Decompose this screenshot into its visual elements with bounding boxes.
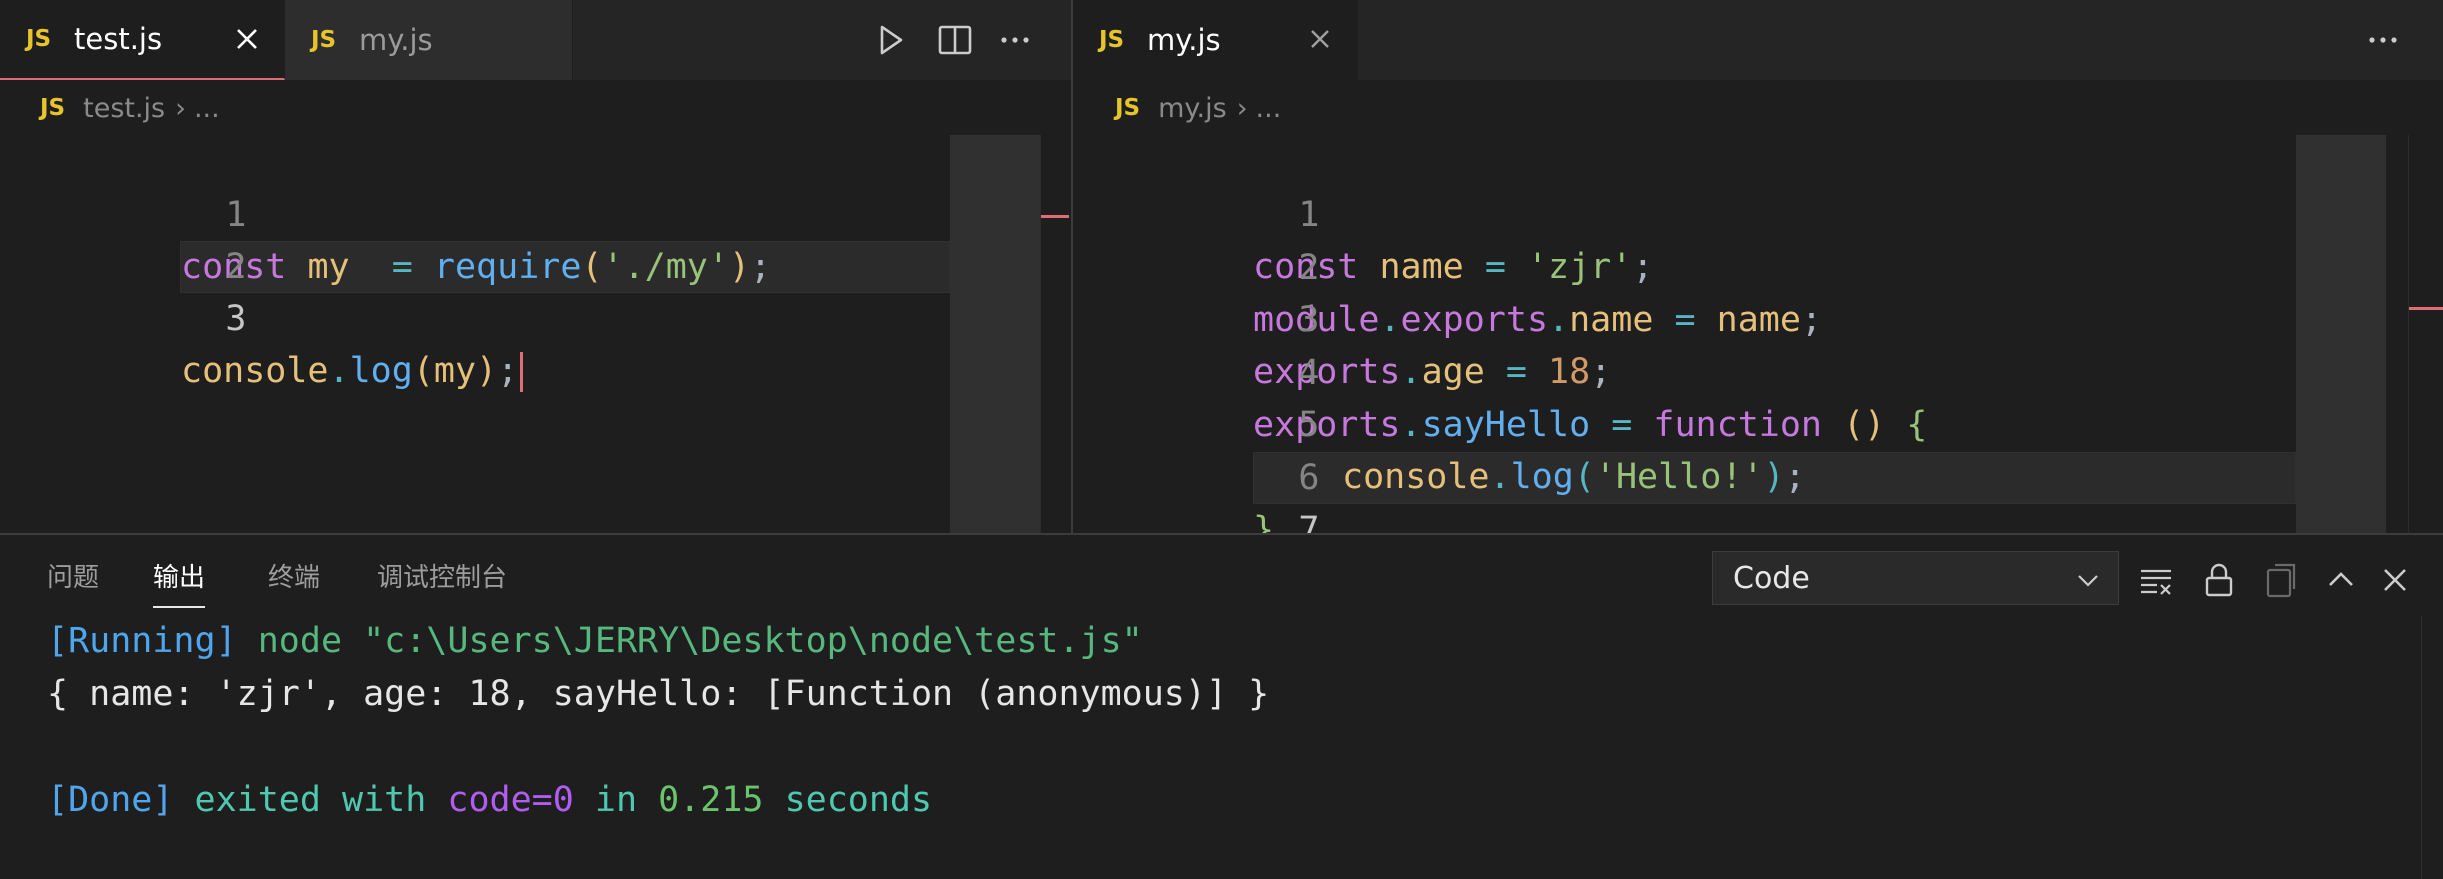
output-line: { name: 'zjr', age: 18, sayHello: [Funct… bbox=[47, 674, 1270, 714]
panel-tab-output[interactable]: 输出 bbox=[153, 557, 206, 608]
cursor-position-marker bbox=[2409, 307, 2443, 310]
editor-group-right: JS my.js JS my.js › ... 1 const name = '… bbox=[1073, 0, 2443, 533]
code-line: 4 exports.sayHello = function () { bbox=[1073, 295, 2443, 445]
minimap[interactable] bbox=[950, 135, 1040, 533]
panel-tab-terminal[interactable]: 终端 bbox=[268, 557, 320, 606]
breadcrumb: JS test.js › ... bbox=[40, 88, 220, 128]
code-line: 5 console.log('Hello!'); bbox=[1073, 347, 2443, 497]
code-line: 3 exports.age = 18; bbox=[1073, 242, 2443, 392]
editor-group-left: JS test.js JS my.js JS test.js › ... 1 c… bbox=[0, 0, 1071, 533]
chevron-down-icon bbox=[2078, 575, 2098, 587]
minimap[interactable] bbox=[2296, 135, 2386, 533]
overview-ruler[interactable] bbox=[1040, 135, 1069, 533]
javascript-file-icon: JS bbox=[40, 95, 66, 121]
code-line: 6 } bbox=[1073, 400, 2443, 533]
tab-bar-right: JS my.js bbox=[1073, 0, 2443, 80]
panel-tab-problems[interactable]: 问题 bbox=[47, 557, 99, 606]
panel-scrollbar[interactable] bbox=[2421, 615, 2443, 879]
close-icon[interactable] bbox=[1303, 22, 1337, 56]
output-channel-value: Code bbox=[1733, 560, 1810, 596]
more-actions-icon[interactable] bbox=[995, 20, 1035, 60]
breadcrumb-file[interactable]: my.js bbox=[1158, 93, 1227, 124]
tab-label: test.js bbox=[74, 22, 163, 56]
tab-test-js[interactable]: JS test.js bbox=[0, 0, 285, 80]
breadcrumb: JS my.js › ... bbox=[1115, 88, 1281, 128]
javascript-file-icon: JS bbox=[1099, 27, 1125, 53]
breadcrumb-more[interactable]: ... bbox=[1256, 93, 1282, 124]
output-channel-select[interactable]: Code bbox=[1712, 551, 2119, 605]
open-in-editor-icon[interactable] bbox=[2262, 561, 2300, 599]
tab-my-js[interactable]: JS my.js bbox=[1073, 0, 1358, 80]
line-number: 3 bbox=[225, 299, 247, 339]
code-line: 1 const my = require('./my'); bbox=[0, 137, 1071, 287]
line-number: 7 bbox=[1298, 510, 1320, 533]
run-icon[interactable] bbox=[870, 20, 910, 60]
output-line: [Done] exited with code=0 in 0.215 secon… bbox=[47, 780, 933, 820]
breadcrumb-separator: › bbox=[175, 92, 186, 124]
panel-tab-debug-console[interactable]: 调试控制台 bbox=[377, 557, 507, 606]
split-editor-icon[interactable] bbox=[935, 20, 975, 60]
overview-ruler[interactable] bbox=[2408, 135, 2443, 533]
output-log[interactable]: [Running] node "c:\Users\JERRY\Desktop\n… bbox=[47, 615, 1269, 827]
output-line: [Running] node "c:\Users\JERRY\Desktop\n… bbox=[47, 621, 1143, 661]
javascript-file-icon: JS bbox=[311, 27, 337, 53]
breadcrumb-separator: › bbox=[1236, 92, 1248, 124]
tab-label: my.js bbox=[359, 23, 433, 57]
code-editor-left[interactable]: 1 const my = require('./my'); 2 3 consol… bbox=[0, 135, 1071, 533]
close-panel-icon[interactable] bbox=[2376, 561, 2414, 599]
output-panel: 问题 输出 终端 调试控制台 Code [Running] node "c:\U… bbox=[0, 533, 2443, 879]
code-editor-right[interactable]: 1 const name = 'zjr'; 2 module.exports.n… bbox=[1073, 135, 2443, 533]
clear-output-icon[interactable] bbox=[2137, 561, 2175, 599]
lock-icon[interactable] bbox=[2200, 561, 2238, 599]
text-cursor bbox=[520, 352, 524, 392]
javascript-file-icon: JS bbox=[26, 26, 52, 52]
code-line: 2 bbox=[0, 189, 1071, 287]
code-line: 7 bbox=[1073, 452, 2443, 533]
breadcrumb-file[interactable]: test.js bbox=[83, 93, 165, 124]
output-line-blank bbox=[47, 721, 1269, 774]
code-line: 2 module.exports.name = name; bbox=[1073, 190, 2443, 340]
maximize-panel-icon[interactable] bbox=[2322, 561, 2360, 599]
minimap-slider[interactable] bbox=[950, 135, 1040, 533]
javascript-file-icon: JS bbox=[1115, 95, 1141, 121]
more-actions-icon[interactable] bbox=[2363, 20, 2403, 60]
cursor-position-marker bbox=[1041, 215, 1069, 218]
code-line: 1 const name = 'zjr'; bbox=[1073, 137, 2443, 287]
tab-bar-left: JS test.js JS my.js bbox=[0, 0, 1071, 80]
close-icon[interactable] bbox=[230, 22, 264, 56]
tab-label: my.js bbox=[1147, 23, 1221, 57]
tab-my-js[interactable]: JS my.js bbox=[285, 0, 573, 80]
minimap-slider[interactable] bbox=[2296, 135, 2386, 533]
breadcrumb-more[interactable]: ... bbox=[194, 93, 220, 124]
code-line: 3 console.log(my); bbox=[0, 241, 1071, 392]
